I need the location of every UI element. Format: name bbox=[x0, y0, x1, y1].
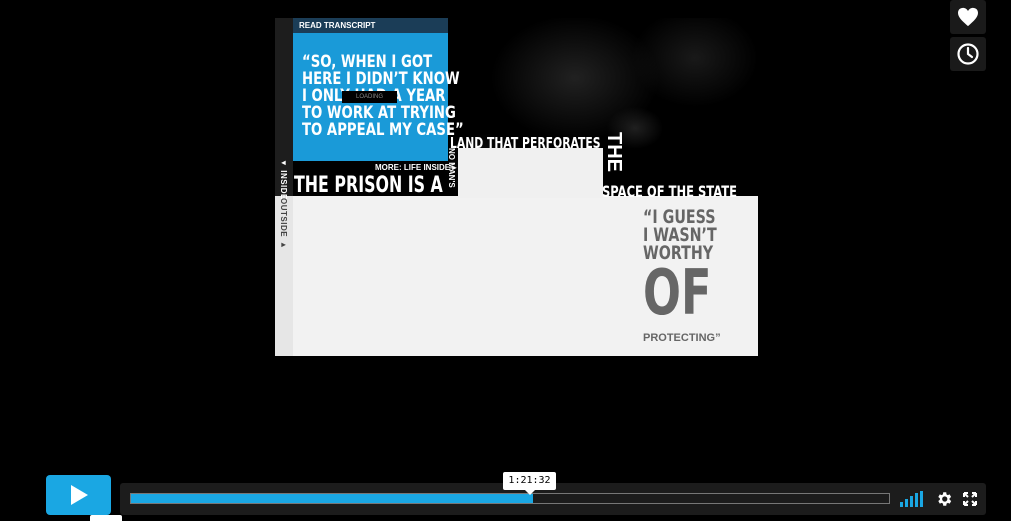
small-tab bbox=[90, 515, 122, 521]
heart-icon bbox=[958, 7, 978, 27]
prison-heading: THE PRISON IS A bbox=[294, 173, 443, 198]
progress-fill bbox=[131, 494, 533, 503]
like-button[interactable] bbox=[950, 0, 986, 34]
quote-line: TO APPEAL MY CASE” bbox=[302, 120, 464, 140]
of-heading: OF bbox=[643, 256, 712, 329]
the-heading: THE bbox=[603, 132, 625, 172]
white-panel-top bbox=[458, 148, 603, 198]
protecting-text: PROTECTING” bbox=[643, 332, 721, 344]
watch-later-button[interactable] bbox=[950, 37, 986, 71]
play-icon bbox=[70, 485, 88, 505]
volume-bars-icon[interactable] bbox=[900, 491, 924, 507]
state-heading: SPACE OF THE STATE bbox=[602, 182, 737, 201]
loading-indicator: LOADING bbox=[342, 91, 397, 103]
time-tooltip: 1:21:32 bbox=[503, 472, 556, 495]
land-heading: LAND THAT PERFORATES bbox=[450, 134, 601, 152]
more-life-inside-link[interactable]: MORE: LIFE INSIDE ▸ bbox=[375, 163, 456, 172]
video-frame[interactable]: ◂ INSIDE OUTSIDE ▸ READ TRANSCRIPT “SO, … bbox=[275, 18, 758, 356]
clock-icon bbox=[957, 43, 979, 65]
fullscreen-icon[interactable] bbox=[963, 492, 977, 506]
nomans-text: NO MAN'S bbox=[447, 148, 456, 188]
play-button[interactable] bbox=[46, 475, 111, 515]
outside-tab[interactable]: OUTSIDE ▸ bbox=[279, 198, 288, 249]
progress-track[interactable] bbox=[130, 493, 890, 504]
read-transcript-tab[interactable]: READ TRANSCRIPT bbox=[293, 18, 448, 33]
gear-icon[interactable] bbox=[935, 490, 953, 508]
quote-gray-text: “I GUESS I WASN’T WORTHY bbox=[643, 208, 717, 263]
inside-tab[interactable]: ◂ INSIDE bbox=[279, 158, 288, 200]
